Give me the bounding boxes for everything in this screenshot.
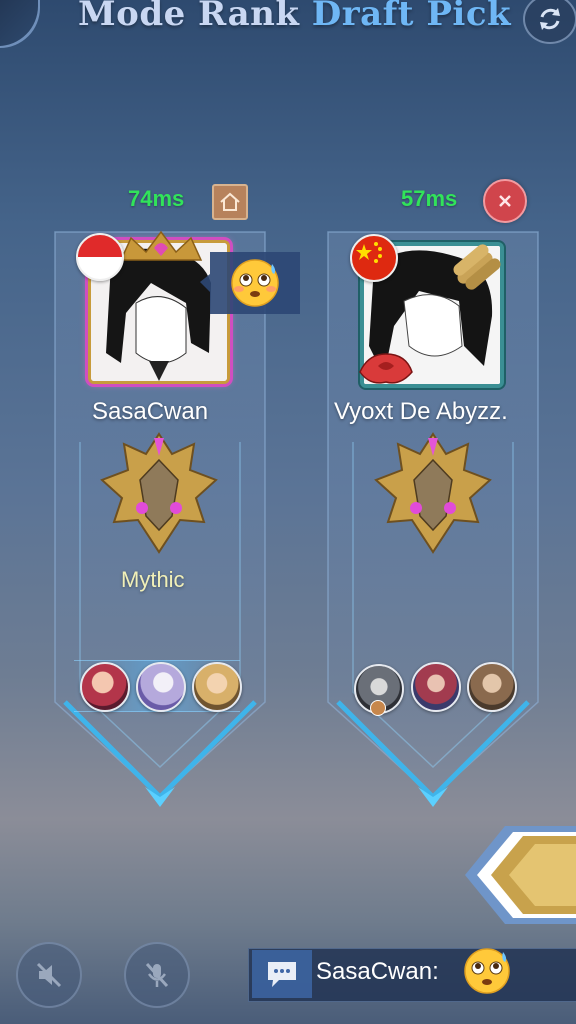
mythic-rank-badge-icon [374,432,492,554]
player-name: SasaCwan [92,398,209,425]
home-button[interactable] [212,184,248,220]
hero-avatar[interactable] [411,662,461,712]
flushed-face-emoji [231,259,279,307]
title-mode-rank: Mode Rank [78,0,300,34]
speaker-muted-icon [36,962,62,988]
mic-muted-icon [145,962,169,988]
confirm-arrow-button[interactable] [465,826,576,924]
hero-avatar[interactable] [467,662,517,712]
chat-bubble-icon [268,962,296,987]
player-name: Vyoxt De Abyzz. [334,398,508,425]
flushed-face-emoji [464,948,510,994]
china-flag-icon [350,234,398,282]
bullet-frame-decoration [453,244,501,290]
refresh-icon [540,8,560,30]
hero-avatar[interactable] [136,662,186,712]
title-draft-pick: Draft Pick [311,0,512,34]
chat-message-sender: SasaCwan: [316,958,439,985]
hero-avatar[interactable] [192,662,242,712]
close-icon [499,195,511,207]
home-icon [220,192,240,211]
emoji-bubble [200,252,300,314]
hero-badge-icon [370,700,386,716]
hero-avatar[interactable] [80,662,130,712]
remove-button[interactable] [483,179,527,223]
ping-value: 57ms [401,186,458,211]
crown-frame-decoration [119,230,203,261]
page-title: Mode Rank Draft Pick [78,0,511,34]
rank-label: Mythic [121,567,185,592]
speaker-mute-button[interactable] [16,942,82,1008]
swap-button[interactable] [523,0,576,44]
ping-value: 74ms [128,186,185,211]
mic-mute-button[interactable] [124,942,190,1008]
mythic-rank-badge-icon [100,432,218,554]
corner-decoration [0,0,40,48]
rose-frame-decoration [359,353,413,384]
chat-button[interactable] [252,950,312,998]
indonesia-flag-icon [76,233,124,281]
